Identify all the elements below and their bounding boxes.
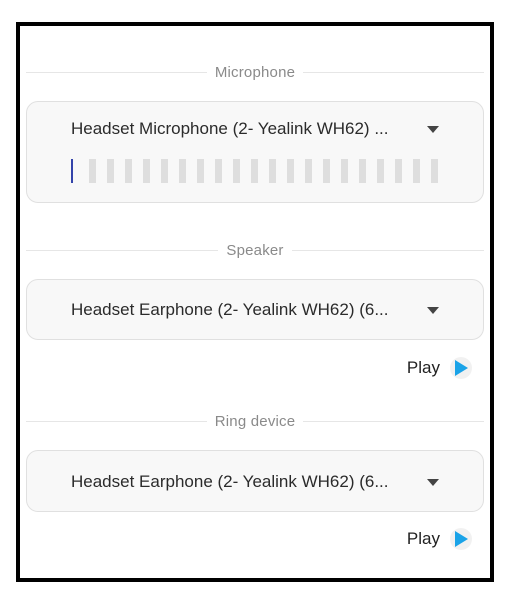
divider bbox=[303, 420, 485, 422]
level-bar bbox=[143, 159, 150, 183]
divider bbox=[26, 420, 207, 422]
speaker-play-label: Play bbox=[406, 358, 440, 377]
level-bar bbox=[89, 159, 96, 183]
ring-play-button[interactable]: Play bbox=[407, 528, 472, 550]
speaker-card: Headset Earphone (2- Yealink WH62) (6... bbox=[26, 279, 484, 340]
ring-device-value: Headset Earphone (2- Yealink WH62) (6... bbox=[71, 472, 389, 491]
level-bar bbox=[323, 159, 330, 183]
level-bar bbox=[215, 159, 222, 183]
level-bar bbox=[305, 159, 312, 183]
chevron-down-icon[interactable] bbox=[427, 306, 439, 314]
chevron-down-icon[interactable] bbox=[427, 125, 439, 133]
microphone-card: Headset Microphone (2- Yealink WH62) ... bbox=[26, 101, 484, 203]
level-bar bbox=[359, 159, 366, 183]
speaker-play-button[interactable]: Play bbox=[407, 357, 472, 379]
microphone-section-header: Microphone bbox=[26, 62, 485, 82]
microphone-level-meter bbox=[71, 159, 438, 183]
level-bar bbox=[233, 159, 240, 183]
level-bar bbox=[251, 159, 258, 183]
audio-settings-panel: Microphone Headset Microphone (2- Yealin… bbox=[16, 22, 494, 582]
level-bar bbox=[395, 159, 402, 183]
microphone-device-value: Headset Microphone (2- Yealink WH62) ... bbox=[71, 119, 389, 138]
speaker-device-select[interactable]: Headset Earphone (2- Yealink WH62) (6... bbox=[71, 298, 439, 322]
level-bar bbox=[197, 159, 204, 183]
level-bar bbox=[287, 159, 294, 183]
level-bar bbox=[377, 159, 384, 183]
speaker-section-label: Speaker bbox=[226, 241, 284, 259]
divider bbox=[303, 71, 485, 73]
play-icon[interactable] bbox=[450, 528, 472, 550]
level-bar bbox=[431, 159, 438, 183]
microphone-device-select[interactable]: Headset Microphone (2- Yealink WH62) ... bbox=[71, 117, 439, 141]
ring-section-label: Ring device bbox=[214, 412, 296, 430]
divider bbox=[26, 249, 219, 251]
play-icon[interactable] bbox=[450, 357, 472, 379]
speaker-device-value: Headset Earphone (2- Yealink WH62) (6... bbox=[71, 300, 389, 319]
level-bar bbox=[161, 159, 168, 183]
ring-play-label: Play bbox=[406, 529, 440, 548]
level-bar bbox=[413, 159, 420, 183]
ring-device-select[interactable]: Headset Earphone (2- Yealink WH62) (6... bbox=[71, 470, 439, 494]
speaker-section-header: Speaker bbox=[26, 240, 484, 260]
divider bbox=[291, 249, 484, 251]
chevron-down-icon[interactable] bbox=[427, 478, 439, 486]
ring-section-header: Ring device bbox=[26, 411, 485, 431]
level-bar bbox=[341, 159, 348, 183]
level-bar bbox=[71, 159, 73, 183]
level-bar bbox=[269, 159, 276, 183]
level-bar bbox=[107, 159, 114, 183]
microphone-section-label: Microphone bbox=[214, 63, 296, 81]
ring-card: Headset Earphone (2- Yealink WH62) (6... bbox=[26, 450, 484, 512]
level-bar bbox=[125, 159, 132, 183]
divider bbox=[26, 71, 207, 73]
level-bar bbox=[179, 159, 186, 183]
